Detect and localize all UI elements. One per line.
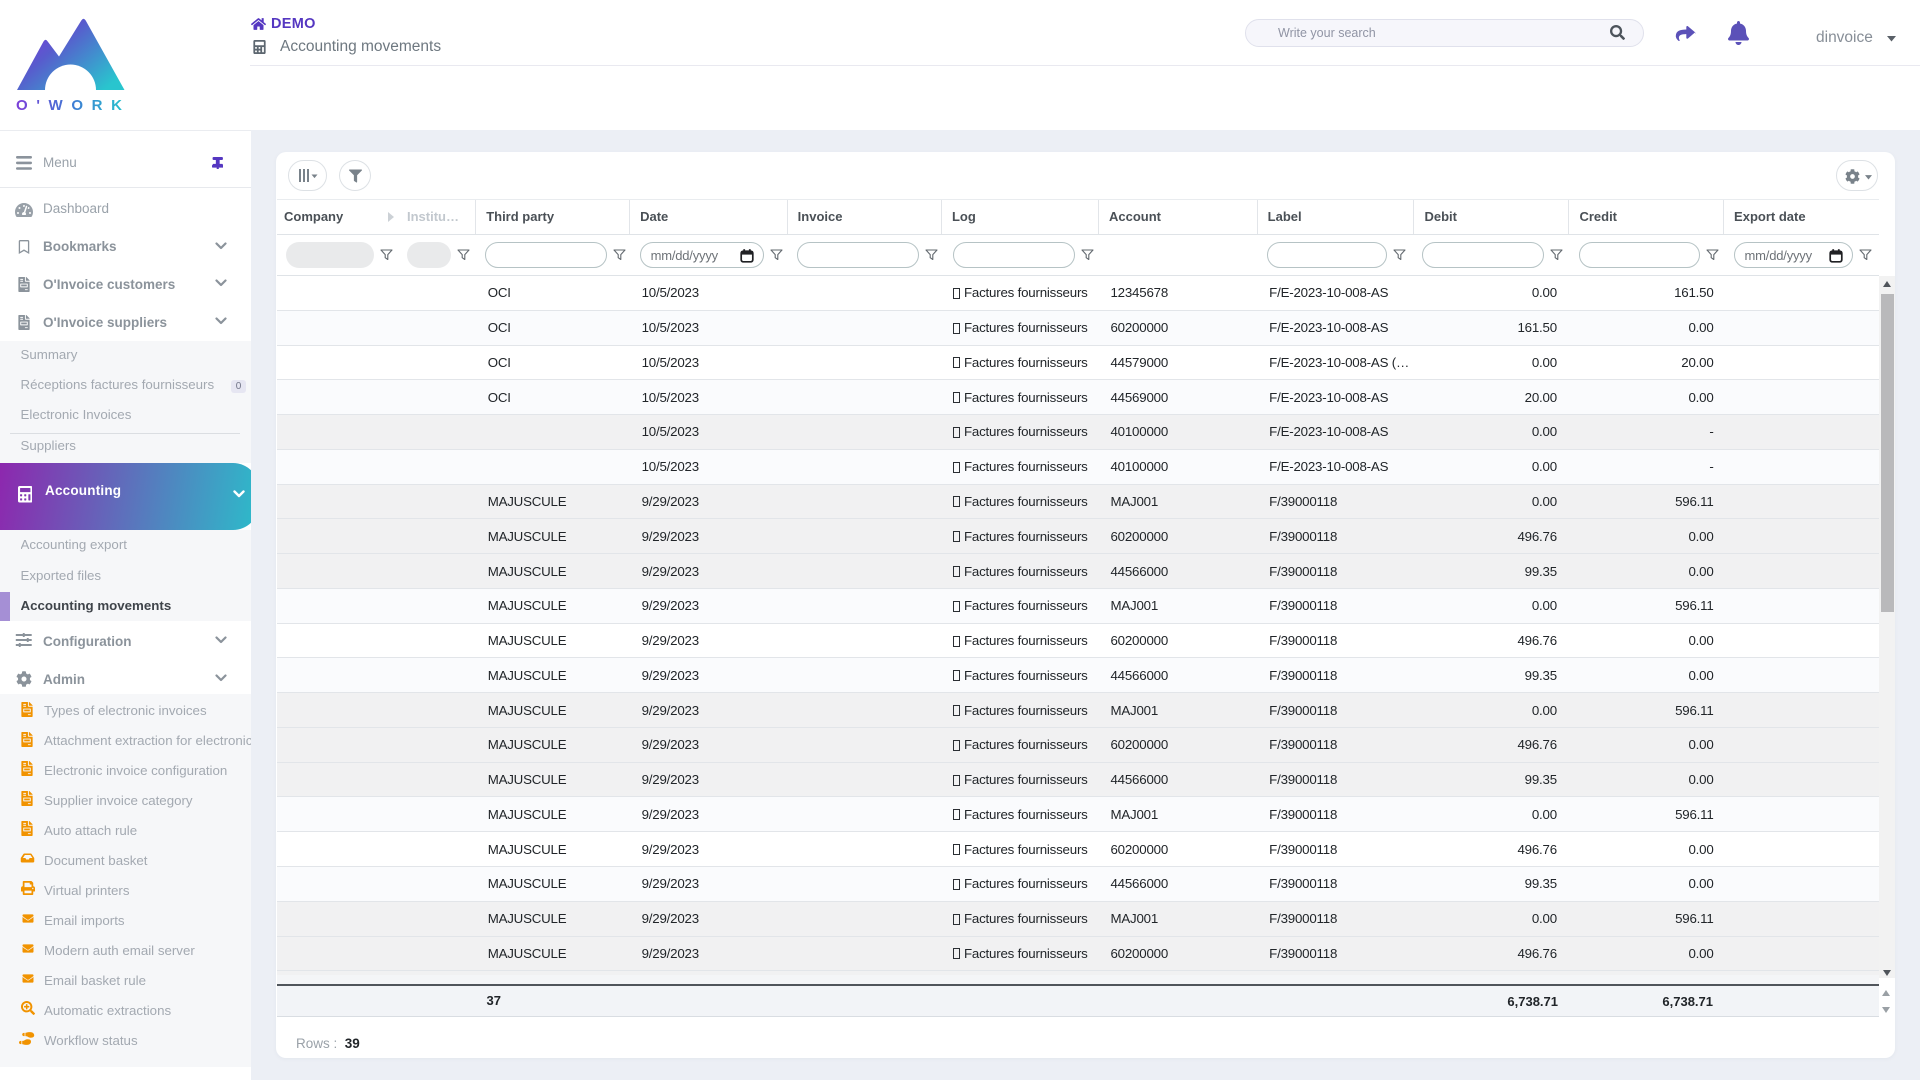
svg-text:O'WORK: O'WORK [16,97,126,114]
